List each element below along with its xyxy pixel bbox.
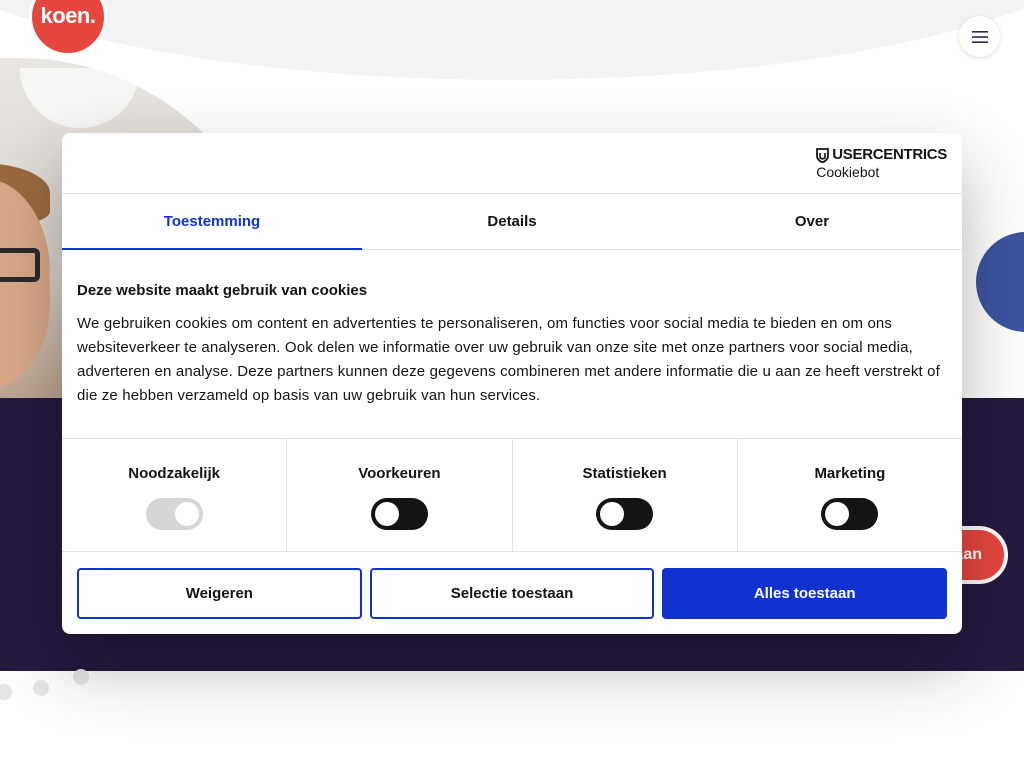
- brand-product: Cookiebot: [816, 164, 880, 180]
- tab-details[interactable]: Details: [362, 194, 662, 249]
- switch-voorkeuren[interactable]: [370, 498, 428, 530]
- toggle-label: Voorkeuren: [358, 465, 441, 482]
- consent-toggles: Noodzakelijk Voorkeuren Statistieken Mar…: [62, 439, 962, 552]
- deny-button[interactable]: Weigeren: [77, 568, 362, 619]
- switch-marketing[interactable]: [821, 498, 879, 530]
- dialog-description: We gebruiken cookies om content en adver…: [77, 315, 940, 404]
- tab-toestemming[interactable]: Toestemming: [62, 194, 362, 250]
- tab-over[interactable]: Over: [662, 194, 962, 249]
- dialog-body: Deze website maakt gebruik van cookies W…: [62, 250, 962, 439]
- allow-all-button[interactable]: Alles toestaan: [662, 568, 948, 619]
- decorative-circle: [976, 232, 1024, 332]
- slider-dot[interactable]: [0, 684, 12, 700]
- cookie-consent-dialog: USERCENTRICS Cookiebot Toestemming Detai…: [62, 133, 962, 634]
- toggle-statistieken: Statistieken: [513, 439, 738, 551]
- toggle-label: Noodzakelijk: [128, 465, 220, 482]
- site-logo[interactable]: koen.: [29, 0, 107, 56]
- site-logo-text: koen.: [40, 3, 96, 28]
- cookiebot-brand[interactable]: USERCENTRICS Cookiebot: [816, 146, 947, 181]
- dialog-buttons: Weigeren Selectie toestaan Alles toestaa…: [62, 552, 962, 619]
- brand-name: USERCENTRICS: [832, 146, 947, 163]
- dialog-header: USERCENTRICS Cookiebot: [62, 133, 962, 194]
- slider-dot[interactable]: [73, 669, 89, 685]
- toggle-label: Statistieken: [582, 465, 667, 482]
- switch-statistieken[interactable]: [596, 498, 654, 530]
- hamburger-icon: [971, 30, 988, 43]
- allow-selection-button[interactable]: Selectie toestaan: [369, 568, 655, 619]
- dialog-tabs: Toestemming Details Over: [62, 194, 962, 250]
- header-curve: [0, 0, 1024, 80]
- switch-noodzakelijk[interactable]: [145, 498, 203, 530]
- slider-dot[interactable]: [33, 680, 49, 696]
- toggle-voorkeuren: Voorkeuren: [287, 439, 513, 551]
- shield-icon: [816, 147, 830, 163]
- dialog-title: Deze website maakt gebruik van cookies: [77, 282, 368, 299]
- menu-button[interactable]: [959, 16, 1000, 57]
- toggle-label: Marketing: [814, 465, 886, 482]
- toggle-noodzakelijk: Noodzakelijk: [62, 439, 288, 551]
- toggle-marketing: Marketing: [738, 439, 962, 551]
